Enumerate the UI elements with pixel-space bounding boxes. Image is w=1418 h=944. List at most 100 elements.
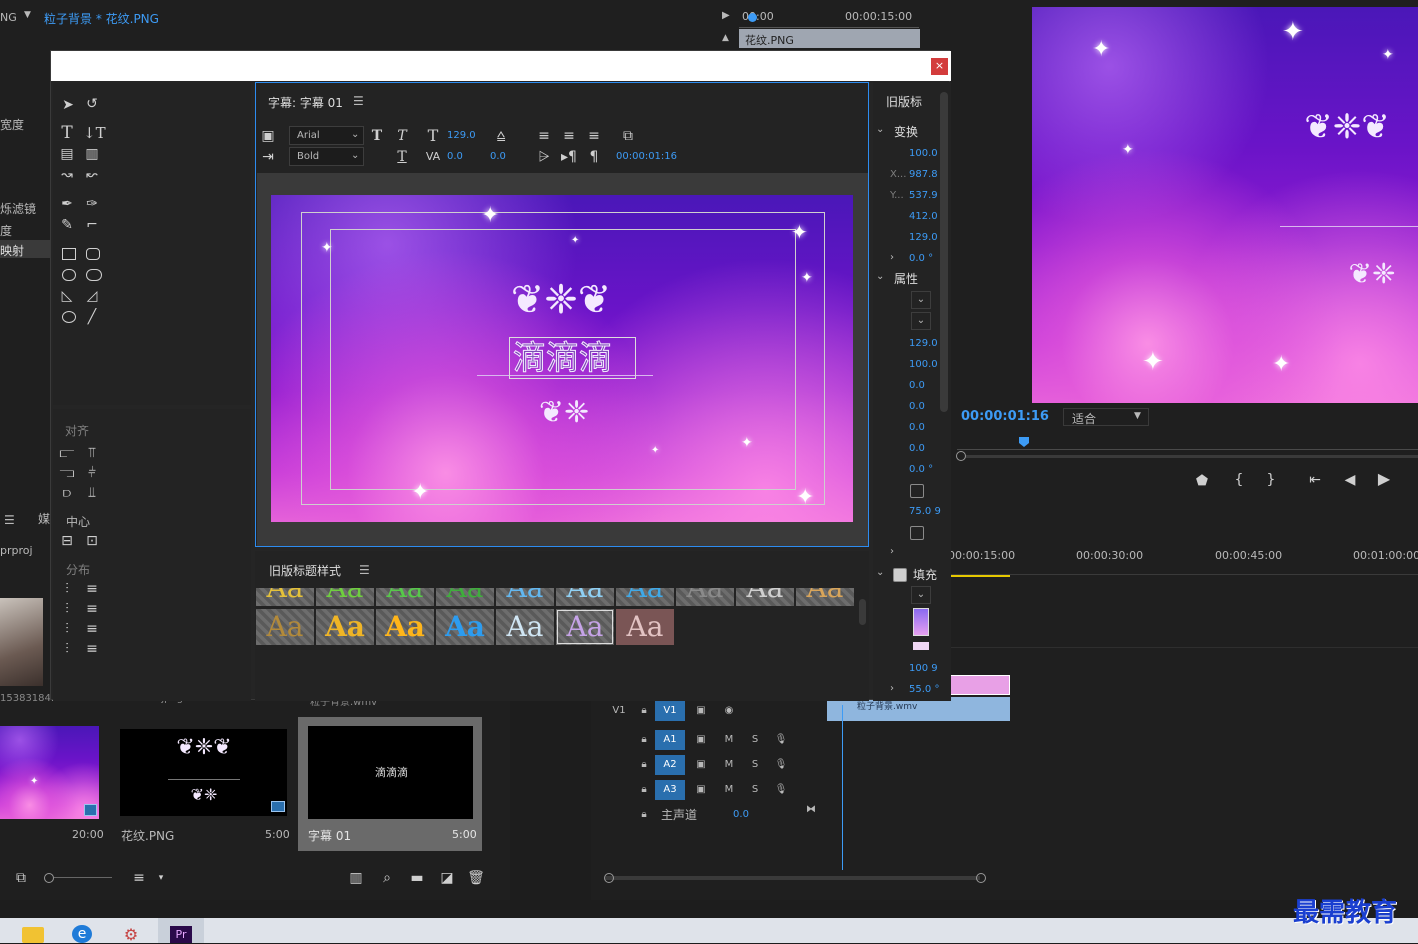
zoom-slider-track[interactable]	[54, 877, 112, 878]
chevron-right-icon[interactable]: ›	[890, 546, 894, 557]
font-family-dropdown[interactable]: ⌄	[911, 291, 931, 309]
style-swatch[interactable]: Aa	[436, 588, 494, 606]
program-zoom-handle[interactable]	[956, 451, 966, 461]
small-caps-checkbox[interactable]	[910, 484, 924, 498]
source-clip-title[interactable]: 粒子背景 * 花纹.PNG	[44, 10, 159, 27]
panel-menu-icon[interactable]: ☰	[353, 94, 364, 108]
panel-menu-icon[interactable]: ☰	[359, 563, 370, 577]
dialog-titlebar[interactable]	[51, 51, 951, 81]
eye-icon[interactable]: ◉	[721, 701, 737, 721]
delete-anchor-tool-icon[interactable]: ✑	[83, 196, 101, 212]
collapse-icon[interactable]: ▲	[722, 33, 729, 43]
vertical-path-type-tool-icon[interactable]: ↜	[83, 167, 101, 183]
source-playhead[interactable]	[748, 13, 757, 22]
rounded-corner-tool-icon[interactable]	[86, 269, 102, 281]
tab-stop-icon[interactable]: ⩥	[535, 149, 553, 165]
styles-scrollbar[interactable]	[859, 599, 866, 625]
kerning-prop[interactable]: 0.0	[909, 401, 925, 412]
kerning-value[interactable]: 0.0	[447, 151, 463, 162]
title-text[interactable]: 滴滴滴	[513, 338, 613, 378]
opacity-value[interactable]: 100.0	[909, 148, 938, 159]
distribute-icon[interactable]: ⫶	[58, 601, 76, 617]
leading-prop[interactable]: 0.0	[909, 380, 925, 391]
lock-icon[interactable]: 🔒︎	[637, 805, 651, 825]
style-swatch[interactable]: Aa	[376, 609, 434, 645]
list-view-icon[interactable]: ⧉	[12, 870, 30, 886]
sync-icon[interactable]: ▣	[693, 730, 709, 750]
chevron-down-icon[interactable]: ▾	[152, 870, 170, 886]
mute-button[interactable]: M	[721, 780, 737, 800]
path-type-tool-icon[interactable]: ↝	[58, 167, 76, 183]
go-to-in-icon[interactable]: ⇤	[1306, 472, 1324, 488]
sort-icon[interactable]: ≡	[130, 870, 148, 886]
timecode-icon[interactable]: ⧉	[619, 128, 637, 144]
rotation-tool-icon[interactable]: ↺	[83, 96, 101, 112]
style-swatch[interactable]: Aa	[796, 588, 854, 606]
mark-in-icon[interactable]: {	[1230, 472, 1248, 488]
distribute-icon[interactable]: ≡	[83, 641, 101, 657]
attributes-heading[interactable]: 属性	[894, 270, 918, 287]
style-swatch[interactable]: Aa	[556, 588, 614, 606]
selection-tool-icon[interactable]: ➤	[59, 97, 77, 113]
chevron-down-icon[interactable]: ⌄	[876, 124, 884, 135]
align-right-icon[interactable]: ⫐	[58, 485, 76, 501]
height-value[interactable]: 129.0	[909, 232, 938, 243]
step-back-icon[interactable]: ◀	[1341, 472, 1359, 488]
add-anchor-tool-icon[interactable]: ✎	[58, 217, 76, 233]
premiere-task-icon[interactable]: Pr	[158, 918, 204, 943]
pen-tool-icon[interactable]: ✒	[58, 196, 76, 212]
ellipse-tool-icon[interactable]	[62, 311, 76, 323]
zoom-slider-handle[interactable]	[44, 873, 54, 883]
align-left-text-icon[interactable]: ≡	[535, 128, 553, 144]
slant-prop[interactable]: 0.0 °	[909, 464, 933, 475]
chevron-right-icon[interactable]: ›	[890, 683, 894, 694]
color-swatch[interactable]	[913, 642, 929, 650]
thumb-title-preview[interactable]: 滴滴滴	[308, 726, 473, 819]
title-canvas[interactable]: ✦ ✦ ✦ ✦ ✦ ✦ ✦ ✦ ✦ ❦❈❦ ❦❈ 滴滴滴	[271, 195, 853, 522]
properties-scrollbar[interactable]	[940, 92, 948, 412]
underline-icon[interactable]: T	[393, 149, 411, 165]
center-horizontal-icon[interactable]: ⊟	[58, 533, 76, 549]
track-v1-patch[interactable]: V1	[655, 701, 685, 721]
center-vertical-icon[interactable]: ⊡	[83, 533, 101, 549]
style-swatch[interactable]: Aa	[316, 588, 374, 606]
distribute-icon[interactable]: ⫶	[58, 581, 76, 597]
vertical-type-tool-icon[interactable]: ↓T	[83, 125, 106, 141]
timeline-scroll-track[interactable]	[605, 876, 980, 880]
chevron-down-icon[interactable]: ▼	[24, 10, 31, 20]
fill-heading[interactable]: 填充	[913, 566, 937, 583]
background-video-icon[interactable]: ▣	[259, 128, 277, 144]
distribute-icon[interactable]: ⫶	[58, 621, 76, 637]
mic-icon[interactable]: 🎙︎	[773, 730, 789, 750]
mark-out-icon[interactable]: }	[1262, 472, 1280, 488]
font-style-dropdown[interactable]: ⌄	[911, 312, 931, 330]
leading-value[interactable]: 0.0	[490, 151, 506, 162]
solo-button[interactable]: S	[747, 755, 763, 775]
new-bin-icon[interactable]: ▬	[408, 870, 426, 886]
play-icon[interactable]: ▶	[1375, 471, 1393, 487]
sync-icon[interactable]: ▣	[693, 701, 709, 721]
align-right-text-icon[interactable]: ≡	[585, 128, 603, 144]
tab-stops-icon[interactable]: ⇥	[259, 149, 277, 165]
fill-checkbox[interactable]	[893, 568, 907, 582]
bold-icon[interactable]: T	[368, 128, 386, 144]
chevron-down-icon[interactable]: ⌄	[876, 271, 884, 282]
style-swatch[interactable]: Aa	[616, 609, 674, 645]
rotation-value[interactable]: 0.0 °	[909, 253, 933, 264]
fill-opacity-prop[interactable]: 100 9	[909, 663, 938, 674]
file-explorer-icon[interactable]	[22, 927, 44, 943]
automate-icon[interactable]: ▥	[347, 870, 365, 886]
y-position-value[interactable]: 537.9	[909, 190, 938, 201]
small-caps-size-prop[interactable]: 75.0 9	[909, 506, 941, 517]
solo-button[interactable]: S	[747, 730, 763, 750]
font-style-select[interactable]: Bold ⌄	[289, 147, 364, 166]
align-hcenter-icon[interactable]: ⫎	[58, 465, 76, 481]
track-a1-name[interactable]: A1	[655, 730, 685, 750]
chevron-right-icon[interactable]: ›	[890, 252, 894, 263]
lock-icon[interactable]: 🔒︎	[637, 701, 651, 721]
style-swatch[interactable]: Aa	[736, 588, 794, 606]
style-swatch[interactable]: Aa	[616, 588, 674, 606]
play-arrow-icon[interactable]: ▶	[722, 10, 730, 21]
timeline-scroll-right[interactable]	[976, 873, 986, 883]
mute-button[interactable]: M	[721, 730, 737, 750]
